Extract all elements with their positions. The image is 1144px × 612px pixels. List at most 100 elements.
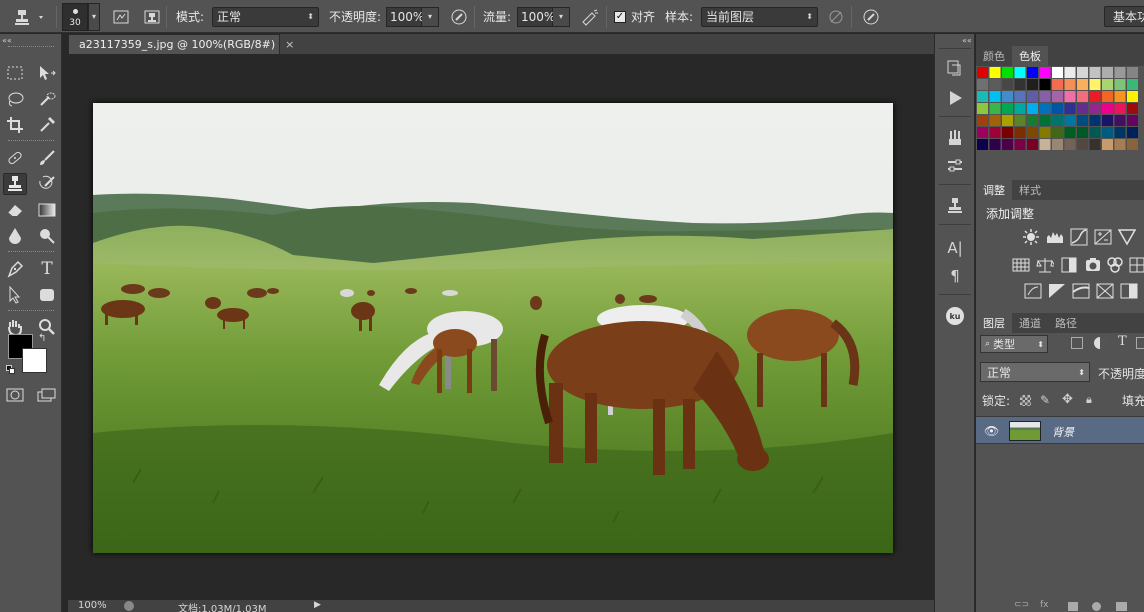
canvas-area[interactable] — [68, 54, 934, 600]
photo-filter-icon[interactable] — [1084, 256, 1102, 274]
pressure-size-button[interactable] — [861, 0, 881, 33]
filter-pixel-icon[interactable] — [1071, 337, 1083, 349]
swatch-cell[interactable] — [1114, 115, 1126, 126]
tab-channels[interactable]: 通道 — [1012, 313, 1048, 333]
background-color-swatch[interactable] — [22, 348, 47, 373]
healing-brush-tool[interactable] — [3, 147, 27, 169]
selective-color-icon[interactable] — [1096, 282, 1114, 300]
swatch-cell[interactable] — [1002, 67, 1013, 78]
swatch-cell[interactable] — [1002, 91, 1013, 102]
swatch-cell[interactable] — [1014, 127, 1026, 138]
exposure-icon[interactable] — [1094, 228, 1112, 246]
invert-icon[interactable] — [1024, 282, 1042, 300]
mode-select[interactable]: 正常 ⬍ — [212, 6, 319, 27]
swatch-cell[interactable] — [1039, 79, 1051, 90]
swatch-cell[interactable] — [977, 139, 988, 150]
swatch-cells[interactable] — [976, 66, 1144, 150]
close-icon[interactable]: × — [285, 38, 294, 51]
swatch-cell[interactable] — [1064, 103, 1076, 114]
kuler-panel-icon[interactable]: ku — [944, 306, 966, 326]
swatch-cell[interactable] — [1064, 91, 1076, 102]
swatch-cell[interactable] — [1102, 127, 1113, 138]
swatch-cell[interactable] — [1089, 103, 1101, 114]
swatch-cell[interactable] — [1027, 115, 1038, 126]
swatch-cell[interactable] — [1027, 67, 1038, 78]
swatch-cell[interactable] — [1077, 115, 1088, 126]
swatch-cell[interactable] — [1052, 79, 1063, 90]
gradient-map-icon[interactable] — [1120, 282, 1138, 300]
channel-mixer-icon[interactable] — [1106, 256, 1124, 274]
swatch-cell[interactable] — [1014, 91, 1026, 102]
swatch-cell[interactable] — [1102, 79, 1113, 90]
swatch-cell[interactable] — [977, 115, 988, 126]
clone-source-panel-icon[interactable] — [944, 156, 966, 176]
swatch-cell[interactable] — [1014, 115, 1026, 126]
brush-presets-panel-icon[interactable] — [944, 128, 966, 148]
swatch-cell[interactable] — [1077, 127, 1088, 138]
swatch-cell[interactable] — [1064, 79, 1076, 90]
swatch-cell[interactable] — [1077, 139, 1088, 150]
history-panel-icon[interactable] — [944, 58, 966, 78]
document-tab[interactable]: a23117359_s.jpg @ 100%(RGB/8#) × — [68, 34, 294, 54]
swatch-cell[interactable] — [1114, 79, 1126, 90]
swatch-cell[interactable] — [1114, 103, 1126, 114]
swatch-cell[interactable] — [1127, 127, 1138, 138]
new-group-icon[interactable] — [1116, 602, 1127, 611]
gradient-tool[interactable] — [35, 199, 59, 221]
swatch-cell[interactable] — [1002, 103, 1013, 114]
flow-input[interactable]: 100% — [517, 6, 555, 27]
swatch-cell[interactable] — [1127, 67, 1138, 78]
swatch-cell[interactable] — [1089, 67, 1101, 78]
swatch-cell[interactable] — [977, 91, 988, 102]
swatch-cell[interactable] — [1077, 103, 1088, 114]
swatch-cell[interactable] — [989, 91, 1001, 102]
tab-styles[interactable]: 样式 — [1012, 180, 1048, 200]
brush-tool[interactable] — [35, 147, 59, 169]
status-menu-icon[interactable] — [124, 601, 134, 611]
swap-colors-icon[interactable]: ↰ — [38, 333, 46, 344]
swatch-cell[interactable] — [1014, 79, 1026, 90]
airbrush-button[interactable] — [580, 0, 600, 33]
opacity-input[interactable]: 100% — [386, 6, 424, 27]
swatch-cell[interactable] — [1102, 139, 1113, 150]
swatch-cell[interactable] — [1052, 103, 1063, 114]
toggle-clone-source-button[interactable] — [142, 0, 162, 33]
swatch-cell[interactable] — [1064, 115, 1076, 126]
quick-selection-tool[interactable] — [35, 88, 59, 110]
swatch-cell[interactable] — [989, 127, 1001, 138]
swatch-cell[interactable] — [1039, 127, 1051, 138]
swatch-cell[interactable] — [1127, 79, 1138, 90]
swatch-cell[interactable] — [1052, 91, 1063, 102]
swatch-cell[interactable] — [1039, 139, 1051, 150]
swatch-cell[interactable] — [989, 115, 1001, 126]
swatch-cell[interactable] — [1014, 67, 1026, 78]
swatch-cell[interactable] — [1064, 67, 1076, 78]
swatches-grid[interactable] — [976, 66, 1144, 178]
swatch-cell[interactable] — [1089, 127, 1101, 138]
swatch-cell[interactable] — [1002, 139, 1013, 150]
lock-all-icon[interactable]: 🔒︎ — [1086, 393, 1092, 407]
swatch-cell[interactable] — [1052, 115, 1063, 126]
aligned-checkbox[interactable]: ✓ 对齐 — [614, 0, 655, 33]
swatch-cell[interactable] — [1002, 115, 1013, 126]
visibility-eye-icon[interactable]: 👁︎ — [984, 424, 999, 438]
swatch-cell[interactable] — [1027, 79, 1038, 90]
clone-stamp-tool[interactable] — [3, 173, 27, 195]
status-arrow-icon[interactable]: ▶ — [314, 600, 321, 610]
marquee-tool[interactable] — [3, 62, 27, 84]
shape-tool[interactable] — [35, 284, 59, 306]
brightness-contrast-icon[interactable] — [1022, 228, 1040, 246]
black-white-icon[interactable] — [1060, 256, 1078, 274]
swatch-cell[interactable] — [1014, 103, 1026, 114]
toolbar-grip[interactable] — [8, 46, 54, 50]
swatch-cell[interactable] — [1039, 91, 1051, 102]
swatch-cell[interactable] — [977, 79, 988, 90]
swatch-cell[interactable] — [1039, 103, 1051, 114]
link-layers-icon[interactable]: ⊂⊃ — [1014, 600, 1029, 610]
swatch-cell[interactable] — [1052, 139, 1063, 150]
swatch-cell[interactable] — [977, 103, 988, 114]
pressure-opacity-button[interactable] — [449, 0, 469, 33]
swatch-cell[interactable] — [989, 67, 1001, 78]
swatch-cell[interactable] — [1039, 115, 1051, 126]
swatch-cell[interactable] — [1114, 139, 1126, 150]
